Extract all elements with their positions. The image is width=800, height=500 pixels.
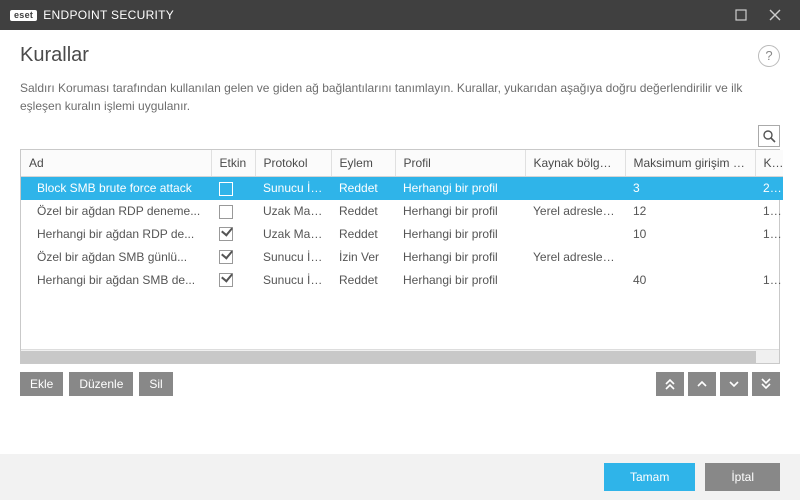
cell-profile: Herhangi bir profil [395,245,525,268]
cell-max-attempts: 40 [625,268,755,291]
cell-protocol: Sunucu İl... [255,268,331,291]
double-up-icon [664,378,676,390]
minimize-button[interactable] [726,0,756,30]
col-profile[interactable]: Profil [395,150,525,177]
table-row[interactable]: Özel bir ağdan RDP deneme... Uzak Masa...… [21,200,783,223]
cell-ka [755,245,783,268]
cell-source-zones: Yerel adresler,... [525,245,625,268]
cell-ka: 20 [755,177,783,200]
cell-ka: 10 [755,200,783,223]
cell-ka: 10 [755,268,783,291]
cell-action: Reddet [331,177,395,200]
titlebar: eset ENDPOINT SECURITY [0,0,800,30]
cell-profile: Herhangi bir profil [395,177,525,200]
cell-source-zones [525,177,625,200]
cell-name: Özel bir ağdan RDP deneme... [21,200,211,223]
cell-profile: Herhangi bir profil [395,268,525,291]
cell-max-attempts: 3 [625,177,755,200]
delete-button[interactable]: Sil [139,372,172,396]
cell-action: Reddet [331,223,395,246]
cell-source-zones [525,268,625,291]
cell-protocol: Uzak Masa... [255,200,331,223]
col-action[interactable]: Eylem [331,150,395,177]
cell-name: Herhangi bir ağdan SMB de... [21,268,211,291]
cell-profile: Herhangi bir profil [395,200,525,223]
horizontal-scrollbar[interactable] [21,349,779,363]
move-top-button[interactable] [656,372,684,396]
checkbox[interactable] [219,273,233,287]
cancel-button[interactable]: İptal [705,463,780,491]
checkbox[interactable] [219,205,233,219]
search-button[interactable] [758,125,780,147]
cell-protocol: Uzak Masa... [255,223,331,246]
cell-name: Block SMB brute force attack [21,177,211,200]
table-row[interactable]: Herhangi bir ağdan SMB de... Sunucu İl...… [21,268,783,291]
cell-enabled[interactable] [211,177,255,200]
scrollbar-thumb[interactable] [21,351,756,363]
table-row[interactable]: Block SMB brute force attack Sunucu İl...… [21,177,783,200]
table-header-row: Ad Etkin Protokol Eylem Profil Kaynak bö… [21,150,783,177]
brand: eset ENDPOINT SECURITY [10,8,174,22]
col-name[interactable]: Ad [21,150,211,177]
col-protocol[interactable]: Protokol [255,150,331,177]
up-icon [696,378,708,390]
double-down-icon [760,378,772,390]
cell-max-attempts [625,245,755,268]
edit-button[interactable]: Düzenle [69,372,133,396]
move-up-button[interactable] [688,372,716,396]
close-button[interactable] [760,0,790,30]
page-title: Kurallar [20,44,89,67]
cell-name: Özel bir ağdan SMB günlü... [21,245,211,268]
search-icon [762,129,776,143]
dialog-description: Saldırı Koruması tarafından kullanılan g… [0,75,800,125]
cell-protocol: Sunucu İl... [255,245,331,268]
cell-enabled[interactable] [211,223,255,246]
cell-enabled[interactable] [211,200,255,223]
ok-button[interactable]: Tamam [604,463,695,491]
rules-table: Ad Etkin Protokol Eylem Profil Kaynak bö… [20,149,780,364]
col-ka[interactable]: Ka... [755,150,783,177]
cell-action: Reddet [331,268,395,291]
move-bottom-button[interactable] [752,372,780,396]
table-row[interactable]: Herhangi bir ağdan RDP de... Uzak Masa...… [21,223,783,246]
cell-enabled[interactable] [211,268,255,291]
brand-text: ENDPOINT SECURITY [43,8,174,22]
down-icon [728,378,740,390]
cell-max-attempts: 10 [625,223,755,246]
help-button[interactable]: ? [758,45,780,67]
dialog-header: Kurallar ? [0,30,800,75]
table-row[interactable]: Özel bir ağdan SMB günlü... Sunucu İl...İ… [21,245,783,268]
col-max-attempts[interactable]: Maksimum girişim sayısı [625,150,755,177]
cell-action: Reddet [331,200,395,223]
cell-ka: 10 [755,223,783,246]
checkbox[interactable] [219,182,233,196]
cell-max-attempts: 12 [625,200,755,223]
cell-action: İzin Ver [331,245,395,268]
cell-enabled[interactable] [211,245,255,268]
checkbox[interactable] [219,250,233,264]
cell-name: Herhangi bir ağdan RDP de... [21,223,211,246]
cell-protocol: Sunucu İl... [255,177,331,200]
brand-badge: eset [10,10,37,21]
add-button[interactable]: Ekle [20,372,63,396]
cell-profile: Herhangi bir profil [395,223,525,246]
checkbox[interactable] [219,227,233,241]
col-enabled[interactable]: Etkin [211,150,255,177]
col-source-zones[interactable]: Kaynak bölgeler [525,150,625,177]
cell-source-zones: Yerel adresler,... [525,200,625,223]
cell-source-zones [525,223,625,246]
move-down-button[interactable] [720,372,748,396]
dialog-footer: Tamam İptal [0,454,800,500]
